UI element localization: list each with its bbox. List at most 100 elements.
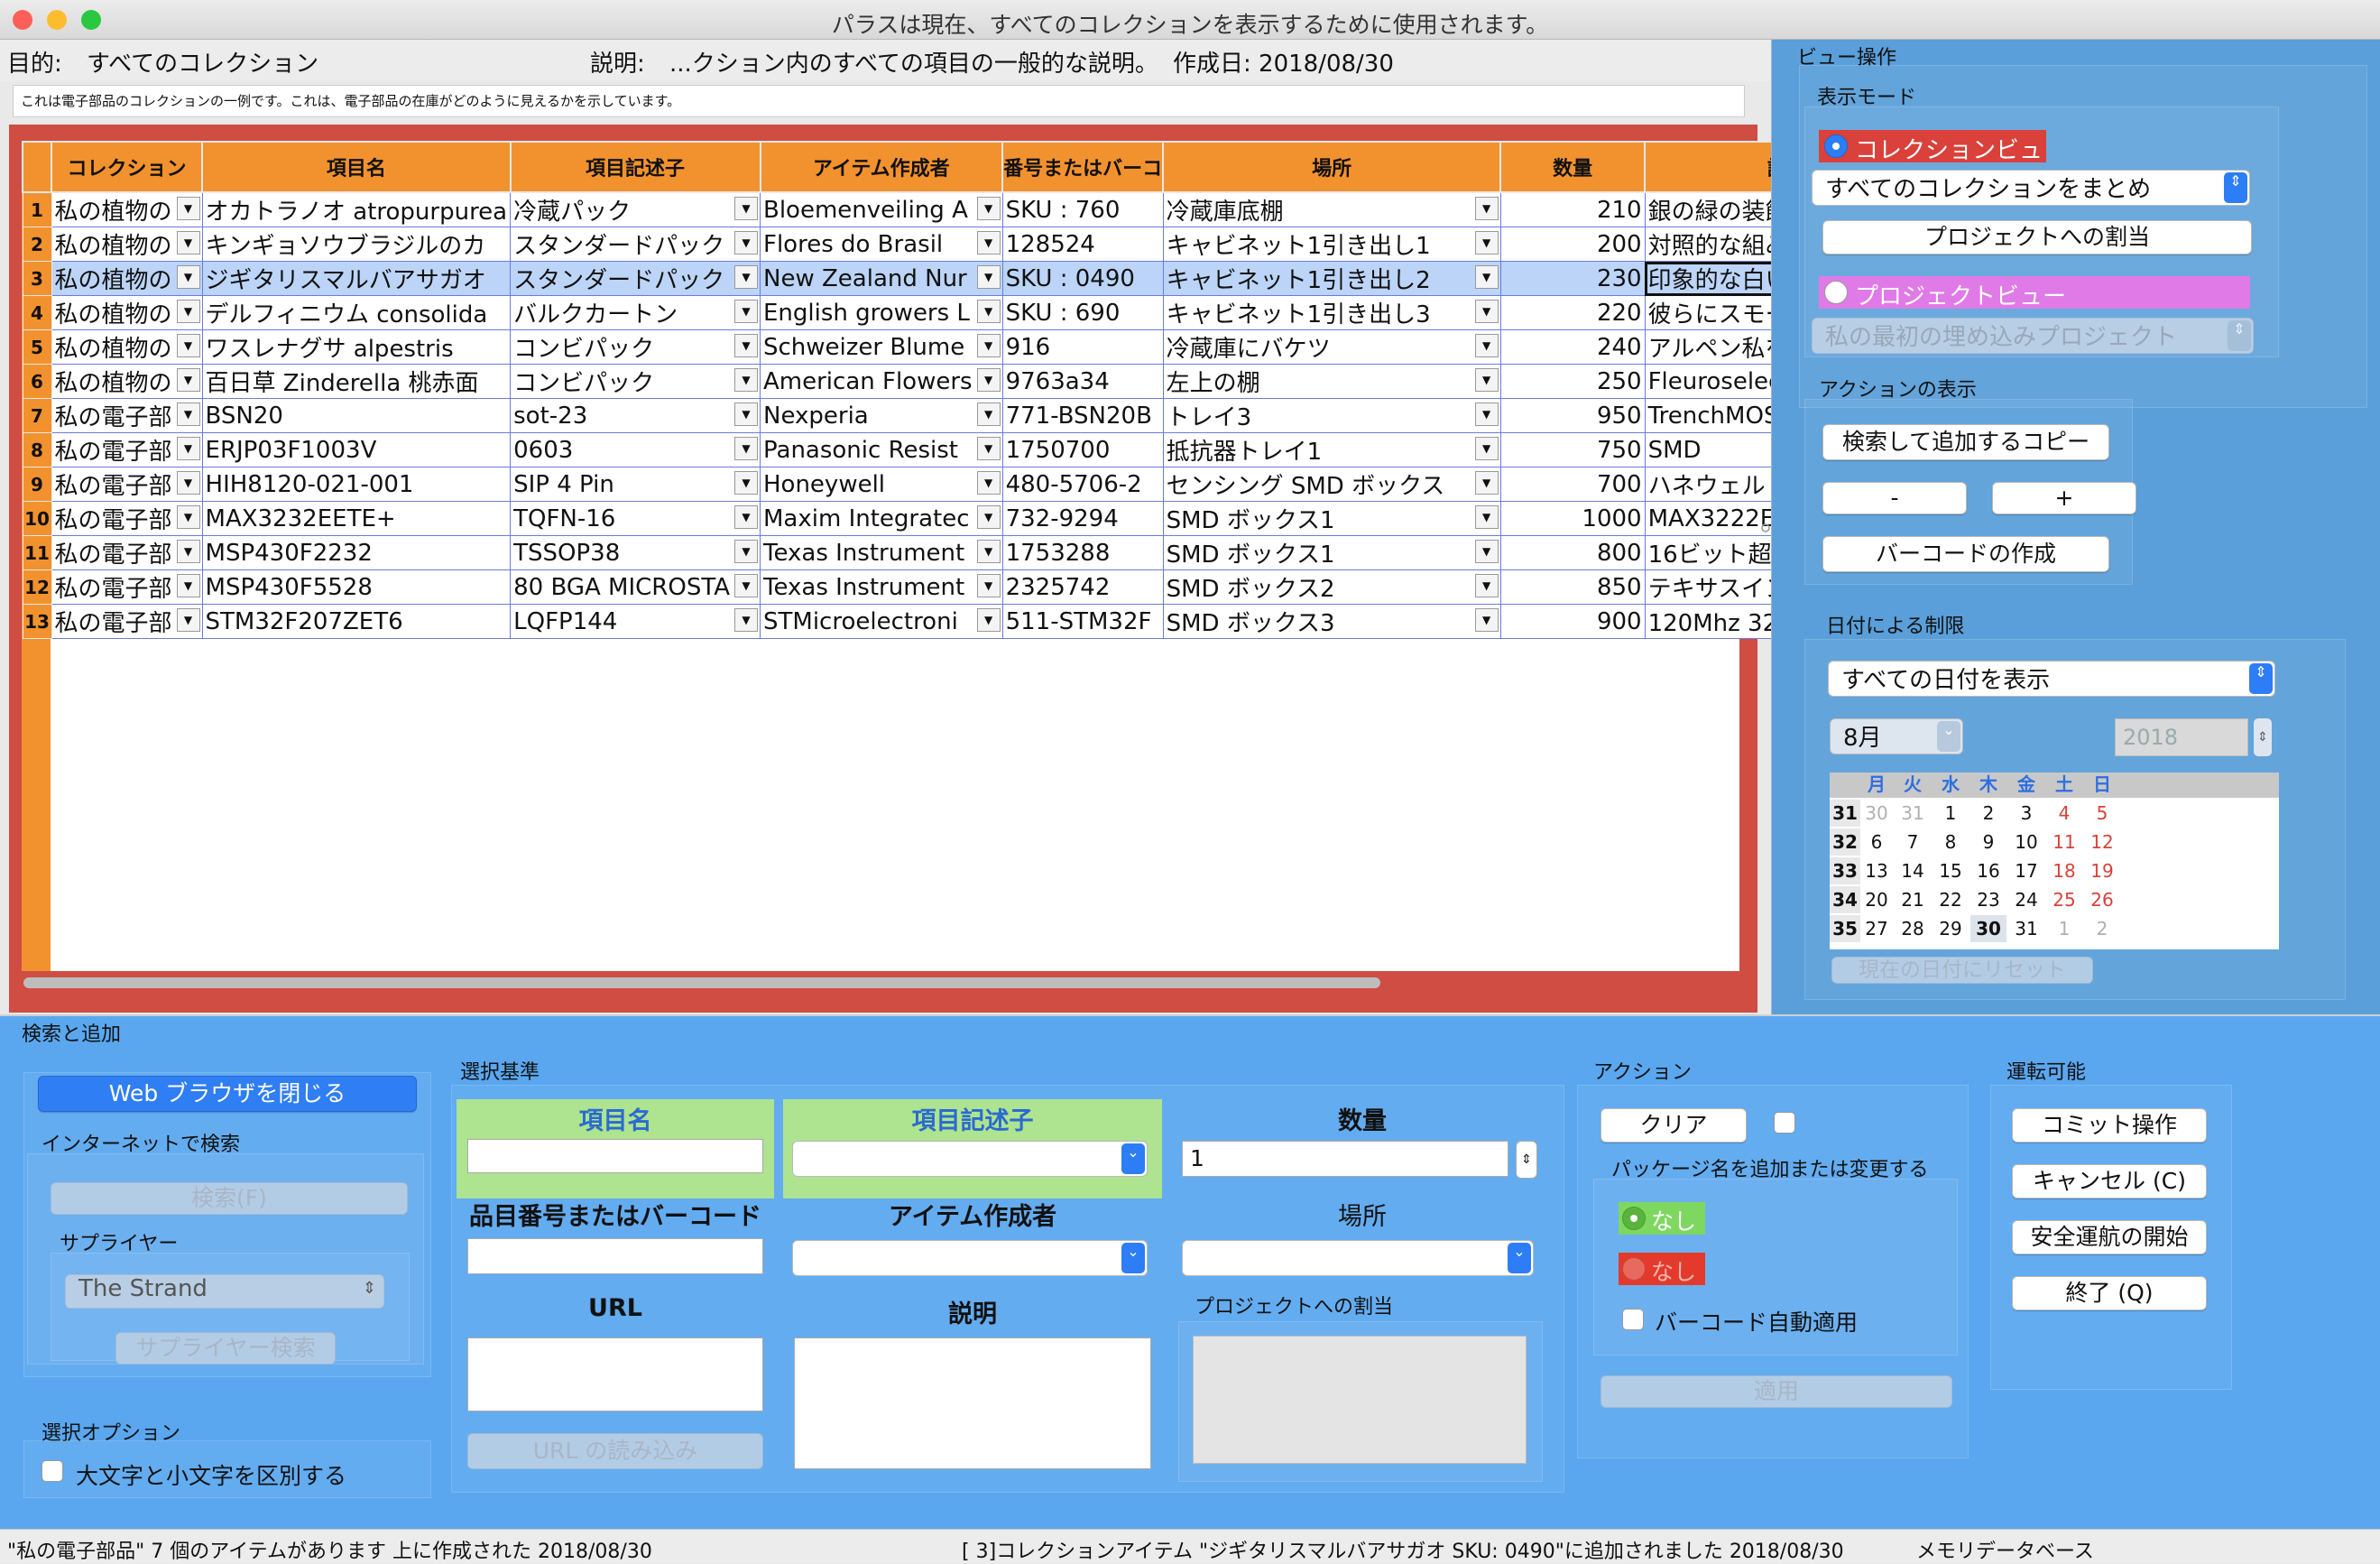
table-cell-desc[interactable]: 80 BGA MICROSTA ▼ xyxy=(510,569,761,605)
column-header[interactable]: 項目名 xyxy=(201,141,512,193)
horizontal-scrollbar[interactable] xyxy=(23,977,1380,988)
table-row[interactable]: 10 私の電子部 ▼ MAX3232EETE+ TQFN-16 ▼ Maxim Integr… xyxy=(22,501,1813,536)
table-cell-name[interactable]: オカトラノオ atropurpurea xyxy=(201,191,512,227)
chevron-down-icon[interactable]: ▼ xyxy=(1474,368,1499,392)
item-desc-select[interactable]: ⌄ xyxy=(792,1141,1148,1177)
search-and-copy-button[interactable]: 検索して追加するコピー xyxy=(1822,424,2109,460)
description-input[interactable] xyxy=(794,1337,1151,1469)
table-cell-name[interactable]: MAX3232EETE+ xyxy=(201,501,512,536)
chevron-down-icon[interactable]: ▼ xyxy=(734,265,758,289)
table-cell-code[interactable]: 916 xyxy=(1001,329,1164,365)
collection-description-field[interactable]: これは電子部品のコレクションの一例です。これは、電子部品の在庫がどのように見える… xyxy=(13,85,1745,117)
table-cell-code[interactable]: 1753288 xyxy=(1001,535,1164,570)
year-stepper[interactable]: ⇕ xyxy=(2254,718,2272,756)
chevron-down-icon[interactable]: ▼ xyxy=(1474,574,1499,597)
table-cell-desc[interactable]: sot-23 ▼ xyxy=(510,398,761,433)
chevron-down-icon[interactable]: ▼ xyxy=(976,368,1001,392)
chevron-down-icon[interactable]: ▼ xyxy=(176,197,200,220)
table-cell-loc[interactable]: SMD ボックス2 ▼ xyxy=(1162,569,1501,605)
chevron-down-icon[interactable]: ▼ xyxy=(976,437,1001,460)
table-cell-collection[interactable]: 私の植物の ▼ xyxy=(51,329,203,365)
table-cell-code[interactable]: SKU : 0490 xyxy=(1001,261,1164,296)
table-cell-loc[interactable]: 冷蔵庫にバケツ ▼ xyxy=(1162,329,1501,365)
table-row[interactable]: 12 私の電子部 ▼ MSP430F5528 80 BGA MICROSTA ▼ Texas… xyxy=(22,569,1813,605)
calendar-day[interactable]: 2 xyxy=(2084,915,2120,942)
table-cell-desc[interactable]: コンビパック ▼ xyxy=(510,329,761,365)
chevron-down-icon[interactable]: ▼ xyxy=(176,505,200,529)
table-cell-code[interactable]: 1750700 xyxy=(1001,432,1164,467)
table-row[interactable]: 6 私の植物の ▼ 百日草 Zinderella 桃赤面 コンビパック ▼ American… xyxy=(22,364,1813,399)
table-row[interactable]: 1 私の植物の ▼ オカトラノオ atropurpurea 冷蔵パック ▼ Bloemenv… xyxy=(22,191,1813,227)
red-radio[interactable] xyxy=(1622,1257,1646,1281)
table-cell-maker[interactable]: Texas Instrument ▼ xyxy=(760,535,1003,570)
chevron-down-icon[interactable]: ▼ xyxy=(1474,540,1499,563)
calendar-day[interactable]: 8 xyxy=(1933,828,1969,856)
supplier-select[interactable]: The Strand ⇕ xyxy=(65,1274,384,1309)
table-cell-loc[interactable]: SMD ボックス3 ▼ xyxy=(1162,604,1501,639)
column-header[interactable]: 数量 xyxy=(1499,141,1647,193)
collection-select[interactable]: すべてのコレクションをまとめ ⇕ xyxy=(1812,170,2250,206)
table-cell-collection[interactable]: 私の植物の ▼ xyxy=(51,191,203,227)
row-number[interactable]: 11 xyxy=(22,535,52,570)
table-cell-maker[interactable]: Honeywell ▼ xyxy=(760,467,1003,502)
calendar-day[interactable]: 22 xyxy=(1933,886,1969,913)
plus-button[interactable]: + xyxy=(1992,482,2136,514)
row-number[interactable]: 4 xyxy=(22,295,52,330)
chevron-down-icon[interactable]: ▼ xyxy=(1474,608,1499,632)
chevron-down-icon[interactable]: ▼ xyxy=(1474,334,1499,357)
table-row[interactable]: 13 私の電子部 ▼ STM32F207ZET6 LQFP144 ▼ STMicroelec… xyxy=(22,604,1813,639)
project-select[interactable]: 私の最初の埋め込みプロジェクト ⇕ xyxy=(1812,318,2254,354)
calendar-day[interactable]: 30 xyxy=(1859,800,1895,827)
table-cell-desc[interactable]: TQFN-16 ▼ xyxy=(510,501,761,536)
table-cell-collection[interactable]: 私の電子部 ▼ xyxy=(51,467,203,502)
table-cell-code[interactable]: SKU : 690 xyxy=(1001,295,1164,330)
calendar-day[interactable]: 31 xyxy=(1895,800,1931,827)
chevron-down-icon[interactable]: ▼ xyxy=(1474,231,1499,254)
project-assign-list[interactable] xyxy=(1193,1336,1527,1464)
chevron-down-icon[interactable]: ▼ xyxy=(1474,197,1499,220)
collection-view-radio[interactable] xyxy=(1824,134,1848,158)
maker-select[interactable]: ⌄ xyxy=(792,1240,1148,1276)
column-header[interactable]: 番号またはバーコ xyxy=(1001,141,1165,193)
table-cell-loc[interactable]: キャビネット1引き出し2 ▼ xyxy=(1162,261,1501,296)
table-cell-qty[interactable]: 240 xyxy=(1499,329,1646,365)
table-cell-collection[interactable]: 私の植物の ▼ xyxy=(51,227,203,262)
table-cell-collection[interactable]: 私の電子部 ▼ xyxy=(51,535,203,570)
calendar-day[interactable]: 15 xyxy=(1933,857,1969,884)
table-cell-loc[interactable]: センシング SMD ボックス ▼ xyxy=(1162,467,1501,502)
table-cell-qty[interactable]: 850 xyxy=(1499,569,1646,605)
calendar-day[interactable]: 9 xyxy=(1970,828,2006,856)
calendar-day[interactable]: 14 xyxy=(1895,857,1931,884)
chevron-down-icon[interactable]: ▼ xyxy=(976,300,1001,323)
calendar-day[interactable]: 21 xyxy=(1895,886,1931,913)
table-cell-loc[interactable]: SMD ボックス1 ▼ xyxy=(1162,535,1501,570)
calendar-day[interactable]: 12 xyxy=(2084,828,2120,856)
chevron-down-icon[interactable]: ▼ xyxy=(734,300,758,323)
table-cell-collection[interactable]: 私の植物の ▼ xyxy=(51,261,203,296)
calendar-day[interactable]: 1 xyxy=(2046,915,2082,942)
column-header[interactable]: アイテム作成者 xyxy=(759,141,1004,193)
table-cell-collection[interactable]: 私の電子部 ▼ xyxy=(51,398,203,433)
table-cell-name[interactable]: デルフィニウム consolida xyxy=(201,295,512,330)
table-cell-qty[interactable]: 220 xyxy=(1499,295,1646,330)
chevron-down-icon[interactable]: ▼ xyxy=(734,403,758,426)
table-cell-desc[interactable]: 冷蔵パック ▼ xyxy=(510,191,761,227)
load-url-button[interactable]: URL の読み込み xyxy=(467,1433,763,1469)
table-cell-code[interactable]: 2325742 xyxy=(1001,569,1164,605)
column-header[interactable]: 場所 xyxy=(1162,141,1502,193)
calendar-day[interactable]: 7 xyxy=(1895,828,1931,856)
calendar-day[interactable]: 23 xyxy=(1970,886,2006,913)
minus-button[interactable]: - xyxy=(1822,482,1967,514)
case-sensitive-checkbox[interactable] xyxy=(42,1460,63,1482)
calendar-day[interactable]: 10 xyxy=(2008,828,2044,856)
row-number[interactable]: 9 xyxy=(22,467,52,502)
chevron-down-icon[interactable]: ▼ xyxy=(176,574,200,597)
table-cell-loc[interactable]: 抵抗器トレイ1 ▼ xyxy=(1162,432,1501,467)
chevron-down-icon[interactable]: ▼ xyxy=(976,265,1001,289)
table-cell-qty[interactable]: 210 xyxy=(1499,191,1646,227)
package-none-red-option[interactable]: なし xyxy=(1619,1253,1705,1285)
chevron-down-icon[interactable]: ▼ xyxy=(976,540,1001,563)
table-cell-loc[interactable]: 冷蔵庫底棚 ▼ xyxy=(1162,191,1501,227)
chevron-down-icon[interactable]: ▼ xyxy=(976,334,1001,357)
safe-operation-button[interactable]: 安全運航の開始 xyxy=(2012,1220,2207,1254)
